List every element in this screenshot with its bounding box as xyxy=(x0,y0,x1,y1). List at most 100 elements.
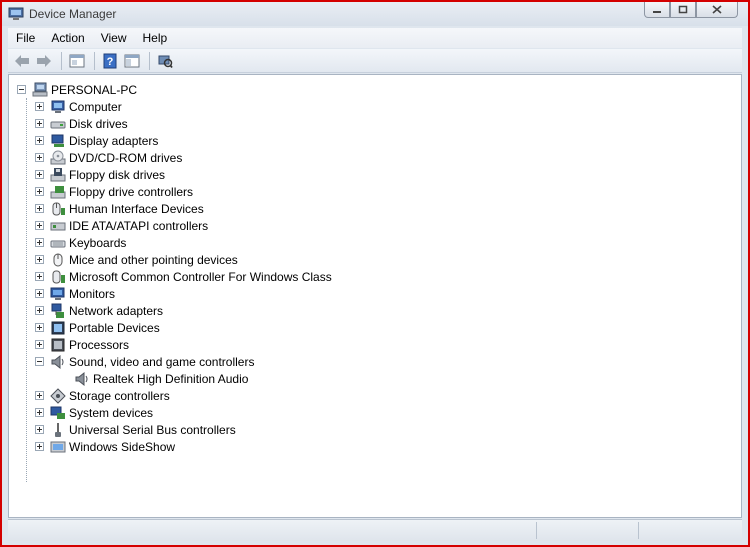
help-icon: ? xyxy=(103,53,117,68)
help-button[interactable]: ? xyxy=(100,51,120,71)
tree-item-human-interface-devices[interactable]: Human Interface Devices xyxy=(17,200,332,217)
tree-item-portable-devices[interactable]: Portable Devices xyxy=(17,319,332,336)
expand-toggle[interactable] xyxy=(35,204,44,213)
tree-item-label: Realtek High Definition Audio xyxy=(93,371,249,386)
collapse-toggle[interactable] xyxy=(35,357,44,366)
scan-hardware-icon xyxy=(158,55,173,68)
tree-item-label: Windows SideShow xyxy=(69,439,176,454)
expand-toggle[interactable] xyxy=(35,153,44,162)
collapse-toggle[interactable] xyxy=(17,85,26,94)
expand-toggle[interactable] xyxy=(35,391,44,400)
expand-toggle[interactable] xyxy=(35,340,44,349)
tree-item-label: IDE ATA/ATAPI controllers xyxy=(69,218,209,233)
toolbar-separator xyxy=(94,51,95,70)
system-device-icon xyxy=(50,406,65,419)
mouse-icon xyxy=(53,253,63,266)
tree-item-network-adapters[interactable]: Network adapters xyxy=(17,302,332,319)
tree-item-label: Microsoft Common Controller For Windows … xyxy=(69,269,332,284)
maximize-button[interactable] xyxy=(670,2,696,18)
tree-item-display-adapters[interactable]: Display adapters xyxy=(17,132,332,149)
tree-item-sound-video-and-game-controllers[interactable]: Sound, video and game controllers xyxy=(17,353,332,370)
tree-item-ide-ata-atapi-controllers[interactable]: IDE ATA/ATAPI controllers xyxy=(17,217,332,234)
tree-item-computer[interactable]: Computer xyxy=(17,98,332,115)
tree-item-dvd-cd-rom-drives[interactable]: DVD/CD-ROM drives xyxy=(17,149,332,166)
expand-toggle[interactable] xyxy=(35,238,44,247)
tree-item-windows-sideshow[interactable]: Windows SideShow xyxy=(17,438,332,455)
scan-hardware-button[interactable] xyxy=(155,51,175,71)
tree-item-monitors[interactable]: Monitors xyxy=(17,285,332,302)
tree-item-storage-controllers[interactable]: Storage controllers xyxy=(17,387,332,404)
menu-bar: File Action View Help xyxy=(8,28,742,48)
expand-toggle[interactable] xyxy=(35,187,44,196)
controller-icon xyxy=(52,270,65,283)
device-tree-pane[interactable]: PERSONAL-PC Computer Disk drives Display a… xyxy=(8,74,742,518)
processor-icon xyxy=(51,338,65,351)
menu-file[interactable]: File xyxy=(8,31,43,45)
expand-toggle[interactable] xyxy=(35,442,44,451)
svg-text:?: ? xyxy=(107,56,114,68)
tree-item-system-devices[interactable]: System devices xyxy=(17,404,332,421)
expand-toggle[interactable] xyxy=(35,323,44,332)
tree-item-floppy-drive-controllers[interactable]: Floppy drive controllers xyxy=(17,183,332,200)
back-button[interactable] xyxy=(12,51,32,71)
expand-toggle[interactable] xyxy=(35,272,44,281)
toolbar: ? xyxy=(8,49,742,73)
window-title: Device Manager xyxy=(29,7,117,21)
speaker-icon xyxy=(51,354,64,369)
tree-item-floppy-disk-drives[interactable]: Floppy disk drives xyxy=(17,166,332,183)
expand-toggle[interactable] xyxy=(35,306,44,315)
status-cell xyxy=(536,522,537,539)
expand-toggle[interactable] xyxy=(35,255,44,264)
tree-root[interactable]: PERSONAL-PC xyxy=(17,81,332,98)
expand-toggle[interactable] xyxy=(35,136,44,145)
tree-item-processors[interactable]: Processors xyxy=(17,336,332,353)
forward-button[interactable] xyxy=(34,51,54,71)
device-tree: PERSONAL-PC Computer Disk drives Display a… xyxy=(17,81,332,455)
tree-item-disk-drives[interactable]: Disk drives xyxy=(17,115,332,132)
title-bar[interactable]: Device Manager xyxy=(2,2,748,26)
show-hide-console-tree-icon xyxy=(124,54,140,67)
close-icon xyxy=(712,5,722,14)
expand-toggle[interactable] xyxy=(35,119,44,128)
properties-button[interactable] xyxy=(67,51,87,71)
menu-view[interactable]: View xyxy=(93,31,135,45)
close-button[interactable] xyxy=(696,2,738,18)
tree-item-label: Mice and other pointing devices xyxy=(69,252,238,267)
expand-toggle[interactable] xyxy=(35,425,44,434)
expand-toggle[interactable] xyxy=(35,289,44,298)
device-manager-window: Device Manager File Action View Help ? P… xyxy=(0,0,750,547)
device-manager-app-icon xyxy=(8,7,24,20)
tree-item-mice-and-other-pointing-devices[interactable]: Mice and other pointing devices xyxy=(17,251,332,268)
tree-item-label: Storage controllers xyxy=(69,388,170,403)
expand-toggle[interactable] xyxy=(35,102,44,111)
console-tree-button[interactable] xyxy=(122,51,142,71)
display-adapter-icon xyxy=(51,134,64,147)
menu-help[interactable]: Help xyxy=(135,31,176,45)
expand-toggle[interactable] xyxy=(35,408,44,417)
tree-child-realtek-high-definition-audio[interactable]: Realtek High Definition Audio xyxy=(17,370,332,387)
expand-toggle[interactable] xyxy=(35,170,44,179)
expand-toggle[interactable] xyxy=(35,221,44,230)
tree-item-label: Monitors xyxy=(69,286,116,301)
dvd-drive-icon xyxy=(50,150,66,164)
toolbar-separator xyxy=(61,51,62,70)
tree-item-label: Display adapters xyxy=(69,133,159,148)
toolbar-separator xyxy=(149,51,150,70)
tree-item-label: Universal Serial Bus controllers xyxy=(69,422,236,437)
floppy-drive-icon xyxy=(50,167,66,181)
tree-item-universal-serial-bus-controllers[interactable]: Universal Serial Bus controllers xyxy=(17,421,332,438)
ide-controller-icon xyxy=(50,222,66,230)
monitor-icon xyxy=(50,287,65,300)
tree-item-keyboards[interactable]: Keyboards xyxy=(17,234,332,251)
floppy-controller-icon xyxy=(50,185,66,198)
speaker-icon xyxy=(75,371,88,386)
minimize-button[interactable] xyxy=(644,2,670,18)
tree-item-label: Sound, video and game controllers xyxy=(69,354,255,369)
tree-item-label: System devices xyxy=(69,405,154,420)
tree-item-microsoft-common-controller-for-windows-class[interactable]: Microsoft Common Controller For Windows … xyxy=(17,268,332,285)
forward-arrow-icon xyxy=(37,54,51,67)
computer-icon xyxy=(32,82,48,96)
menu-action[interactable]: Action xyxy=(43,31,92,45)
computer-icon xyxy=(51,100,65,113)
tree-item-label: Portable Devices xyxy=(69,320,160,335)
